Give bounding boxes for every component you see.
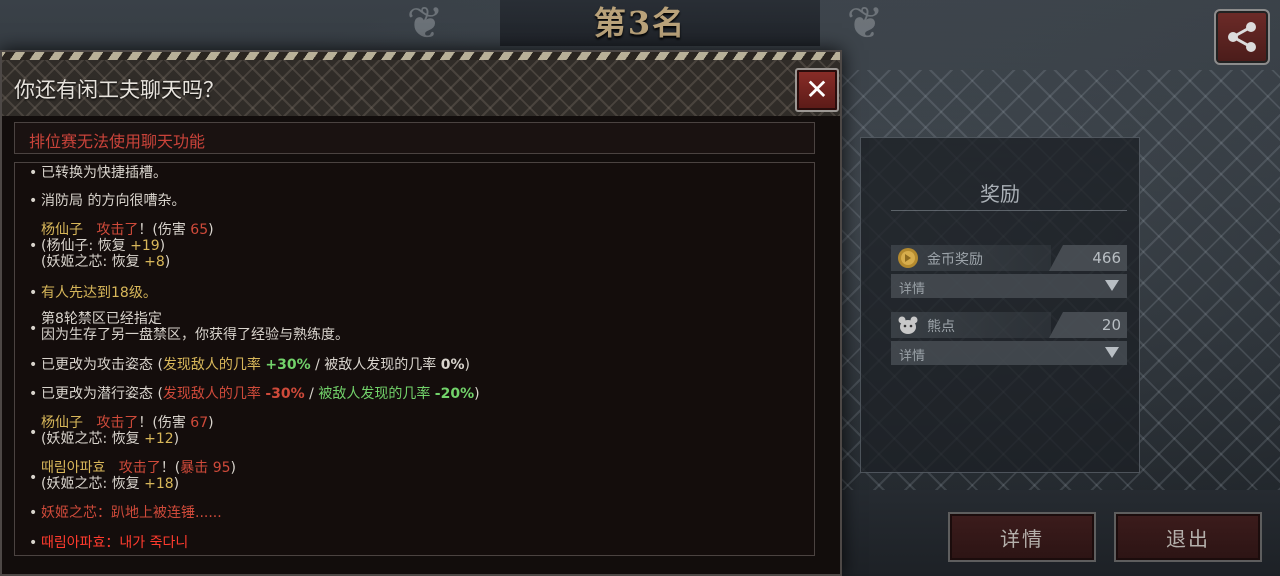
wing-emblem-left-icon: ❦ [406,0,444,49]
chat-line: 妖姬之芯：趴地上被连锤...... [41,505,222,521]
chevron-down-icon [1105,280,1119,291]
log-text: (杨仙子: 恢复 [41,238,126,254]
log-text: 消防局 的方向很嘈杂。 [41,193,186,209]
log-text: 第8轮禁区已经指定 [41,311,162,327]
gold-reward-row: 金币奖励 466 [891,245,1127,271]
log-message: 第8轮禁区已经指定 • 因为生存了另一盘禁区，你获得了经验与熟练度。 [29,311,349,343]
log-text: (妖姬之芯: 恢复 [41,431,140,447]
log-text: 有人先达到18级。 [41,285,157,301]
stat-value: 0% [440,357,465,373]
reward-title: 奖励 [980,182,1020,206]
log-message: 때림아파효 攻击了！(暴击 95) • (妖姬之芯: 恢复 +18) [29,460,236,492]
stat-label: 被敌人发现的几率 [324,357,437,373]
attack-text: 攻击了 [118,460,161,476]
reward-panel: 奖励 金币奖励 466 详情 熊点 20 详情 [860,137,1140,473]
log-message: • 已更改为潜行姿态 (发现敌人的几率 -30% / 被敌人发现的几率 -20%) [29,386,480,402]
chat-disabled-text: 排位赛无法使用聊天功能 [29,132,206,151]
bear-point-icon [898,316,918,334]
close-icon: ✕ [805,73,829,106]
rank-title: 第3名 [593,4,687,42]
damage-value: 95 [212,460,231,476]
close-button[interactable]: ✕ [795,68,839,112]
damage-value: 67 [190,415,209,431]
gold-reward-label: 金币奖励 [927,252,983,268]
stat-label: 发现敌人的几率 [162,386,261,402]
attacker-name: 杨仙子 [41,222,83,238]
log-text: ) [230,460,236,476]
heal-value: +8 [144,254,165,270]
log-text: ) [474,386,480,402]
log-text: / [309,386,314,402]
log-text: (妖姬之芯: 恢复 [41,476,140,492]
stat-value: -30% [265,386,305,402]
log-text: ) [164,254,171,270]
battle-log[interactable]: • 已转换为快捷插槽。 • 消防局 的方向很嘈杂。 杨仙子 攻击了！(伤害 65) … [14,162,815,556]
log-message: 杨仙子 攻击了！(伤害 67) • (妖姬之芯: 恢复 +12) [29,415,214,447]
log-message: • 消防局 的方向很嘈杂。 [29,193,186,209]
log-text: (妖姬之芯: 恢复 [41,254,140,270]
log-message: • 有人先达到18级。 [29,285,157,301]
stat-label: 发现敌人的几率 [162,357,261,373]
share-icon [1228,22,1256,52]
modal-header: 你还有闲工夫聊天吗？ ✕ [2,60,840,116]
log-text: / [315,357,320,373]
bear-point-detail-select[interactable]: 详情 [891,341,1127,365]
chevron-down-icon [1105,347,1119,358]
heal-value: +19 [130,238,160,254]
game-scene: ❦ ❦ 第3名 奖励 金币奖励 466 详情 熊点 20 详情 详情 退出 你还… [0,0,1280,576]
reward-divider [891,210,1127,211]
chat-modal: 你还有闲工夫聊天吗？ ✕ 排位赛无法使用聊天功能 • 已转换为快捷插槽。 • 消防局… [0,50,842,576]
log-text: ！( [160,460,181,476]
log-text: ！(伤害 [138,415,186,431]
wing-emblem-right-icon: ❦ [846,0,884,49]
attack-text: 攻击了 [96,222,139,238]
share-button[interactable] [1214,9,1270,65]
attacker-name: 때림아파효 [41,460,106,476]
gold-reward-detail-select[interactable]: 详情 [891,274,1127,298]
attacker-name: 杨仙子 [41,415,83,431]
chat-disabled-notice: 排位赛无法使用聊天功能 [14,122,815,154]
bear-point-label: 熊点 [927,319,955,335]
attack-text: 攻击了 [96,415,139,431]
bear-point-detail-text: 详情 [899,349,926,364]
stat-value: -20% [434,386,475,402]
gold-coin-icon [898,248,918,268]
stat-value: +30% [265,357,311,373]
log-text: ！(伤害 [138,222,186,238]
log-text: ) [159,238,166,254]
log-text: ) [464,357,470,373]
hazard-stripe [2,52,840,60]
exit-button[interactable]: 退出 [1114,512,1262,562]
gold-reward-detail-text: 详情 [899,282,926,297]
log-message: 杨仙子 攻击了！(伤害 65) • (杨仙子: 恢复 +19) (妖姬之芯: 恢… [29,222,214,270]
stat-label: 被敌人发现的几率 [318,386,431,402]
gold-reward-value: 466 [1092,249,1121,267]
log-text: 已更改为攻击姿态 ( [41,357,163,373]
critical-label: 暴击 [180,460,209,476]
bear-point-value: 20 [1101,316,1121,334]
bear-point-row: 熊点 20 [891,312,1127,338]
log-message: • 妖姬之芯：趴地上被连锤...... [29,505,222,521]
log-message: • 때림아파효：내가 죽다니 [29,535,189,551]
log-text: ) [173,476,180,492]
log-text: 已更改为潜行姿态 ( [41,386,163,402]
detail-button[interactable]: 详情 [948,512,1096,562]
heal-value: +12 [144,431,174,447]
log-message: • 已更改为攻击姿态 (发现敌人的几率 +30% / 被敌人发现的几率 0%) [29,357,470,373]
damage-value: 65 [190,222,209,238]
modal-title: 你还有闲工夫聊天吗？ [14,78,224,102]
log-text: ) [208,222,214,238]
log-text: 因为生存了另一盘禁区，你获得了经验与熟练度。 [41,327,349,343]
heal-value: +18 [144,476,174,492]
log-text: 已转换为快捷插槽。 [41,165,167,181]
log-text: ) [173,431,180,447]
log-text: ) [208,415,214,431]
chat-line: 때림아파효：내가 죽다니 [41,535,189,551]
log-message: • 已转换为快捷插槽。 [29,165,167,181]
